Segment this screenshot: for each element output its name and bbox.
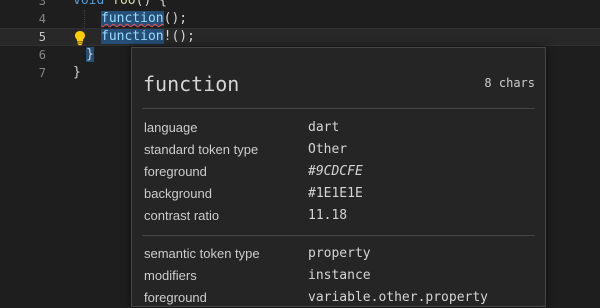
code-text: function();: [101, 11, 188, 26]
info-row-language: language dart: [144, 120, 340, 135]
function-token: function: [101, 11, 164, 26]
info-row-background: background #1E1E1E: [144, 186, 363, 201]
info-row-modifiers: modifiers instance: [144, 268, 371, 283]
token-inspector-hover: function 8 chars language dart standard t…: [131, 47, 546, 307]
line-number: 5: [38, 30, 46, 44]
info-row-foreground: foreground #9CDCFE: [144, 164, 363, 179]
code-text: }: [73, 65, 81, 80]
function-token-selected: function: [101, 29, 164, 44]
lightbulb-icon[interactable]: [74, 30, 86, 46]
info-row-contrast-ratio: contrast ratio 11.18: [144, 208, 348, 223]
info-row-semantic-token-type: semantic token type property: [144, 246, 371, 261]
char-count: 8 chars: [484, 76, 535, 90]
code-text: void foo() {: [73, 0, 167, 8]
token-title: function: [143, 72, 240, 96]
code-line[interactable]: 4 function();: [0, 10, 600, 28]
code-text: function!();: [101, 29, 195, 44]
divider: [142, 108, 535, 109]
code-line[interactable]: 3 void foo() {: [0, 0, 600, 10]
info-row-semantic-foreground: foreground variable.other.property: [144, 290, 489, 305]
line-number: 6: [38, 48, 46, 62]
info-row-standard-token-type: standard token type Other: [144, 142, 348, 157]
code-line-active[interactable]: 5 function!();: [0, 28, 600, 46]
divider: [142, 235, 535, 236]
line-number: 4: [38, 12, 46, 26]
line-number: 7: [38, 66, 46, 80]
code-text: }: [86, 47, 94, 62]
line-number: 3: [38, 0, 46, 8]
